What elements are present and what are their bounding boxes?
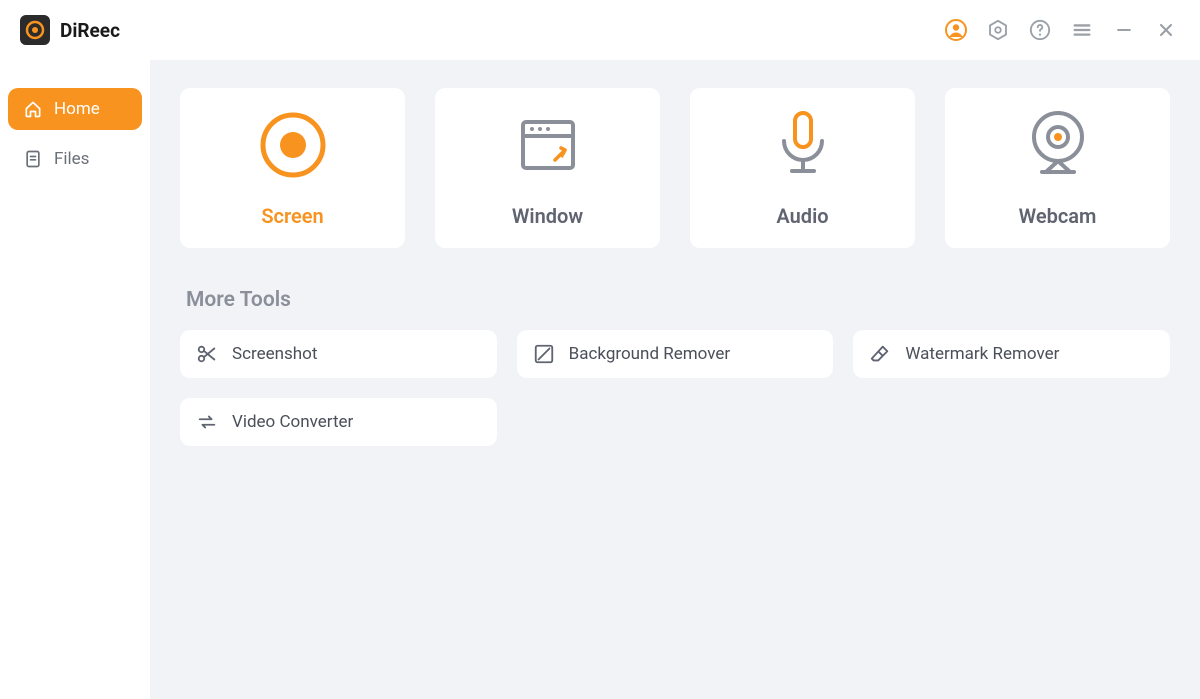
mode-webcam[interactable]: Webcam bbox=[945, 88, 1170, 248]
account-button[interactable] bbox=[942, 16, 970, 44]
user-icon bbox=[944, 18, 968, 42]
tool-video-converter[interactable]: Video Converter bbox=[180, 398, 497, 446]
mode-label: Window bbox=[512, 204, 583, 228]
tool-screenshot[interactable]: Screenshot bbox=[180, 330, 497, 378]
tool-label: Watermark Remover bbox=[905, 344, 1059, 364]
mode-label: Audio bbox=[776, 204, 828, 228]
tool-label: Screenshot bbox=[232, 344, 317, 364]
minimize-button[interactable] bbox=[1110, 16, 1138, 44]
tool-grid: Screenshot Background Remover Watermark … bbox=[180, 330, 1170, 446]
settings-button[interactable] bbox=[984, 16, 1012, 44]
main-panel: Screen Window Audio Webcam Mor bbox=[150, 60, 1200, 699]
mode-label: Webcam bbox=[1019, 204, 1097, 228]
close-icon bbox=[1156, 20, 1176, 40]
background-remove-icon bbox=[533, 343, 555, 365]
eraser-icon bbox=[869, 343, 891, 365]
app-logo-icon bbox=[20, 15, 50, 45]
close-button[interactable] bbox=[1152, 16, 1180, 44]
tool-label: Background Remover bbox=[569, 344, 730, 364]
sidebar-item-home[interactable]: Home bbox=[8, 88, 142, 130]
window-icon bbox=[515, 108, 581, 182]
record-icon bbox=[258, 108, 328, 182]
mode-screen[interactable]: Screen bbox=[180, 88, 405, 248]
mode-window[interactable]: Window bbox=[435, 88, 660, 248]
convert-icon bbox=[196, 411, 218, 433]
help-button[interactable] bbox=[1026, 16, 1054, 44]
microphone-icon bbox=[770, 108, 836, 182]
hamburger-icon bbox=[1071, 19, 1093, 41]
sidebar-item-label: Files bbox=[54, 149, 89, 169]
help-icon bbox=[1029, 19, 1051, 41]
sidebar: Home Files bbox=[0, 60, 150, 699]
mode-audio[interactable]: Audio bbox=[690, 88, 915, 248]
sidebar-item-label: Home bbox=[54, 99, 100, 119]
tool-background-remover[interactable]: Background Remover bbox=[517, 330, 834, 378]
file-icon bbox=[22, 148, 44, 170]
menu-button[interactable] bbox=[1068, 16, 1096, 44]
app-title: DiReec bbox=[60, 19, 120, 42]
app-logo-wrap: DiReec bbox=[20, 15, 120, 45]
scissors-icon bbox=[196, 343, 218, 365]
tool-label: Video Converter bbox=[232, 412, 353, 432]
more-tools-heading: More Tools bbox=[180, 288, 1170, 312]
home-icon bbox=[22, 98, 44, 120]
webcam-icon bbox=[1025, 108, 1091, 182]
sidebar-item-files[interactable]: Files bbox=[8, 138, 142, 180]
recording-modes: Screen Window Audio Webcam bbox=[180, 88, 1170, 248]
tool-watermark-remover[interactable]: Watermark Remover bbox=[853, 330, 1170, 378]
minimize-icon bbox=[1114, 20, 1134, 40]
titlebar-actions bbox=[942, 16, 1180, 44]
titlebar: DiReec bbox=[0, 0, 1200, 60]
mode-label: Screen bbox=[261, 204, 323, 228]
gear-icon bbox=[987, 19, 1009, 41]
